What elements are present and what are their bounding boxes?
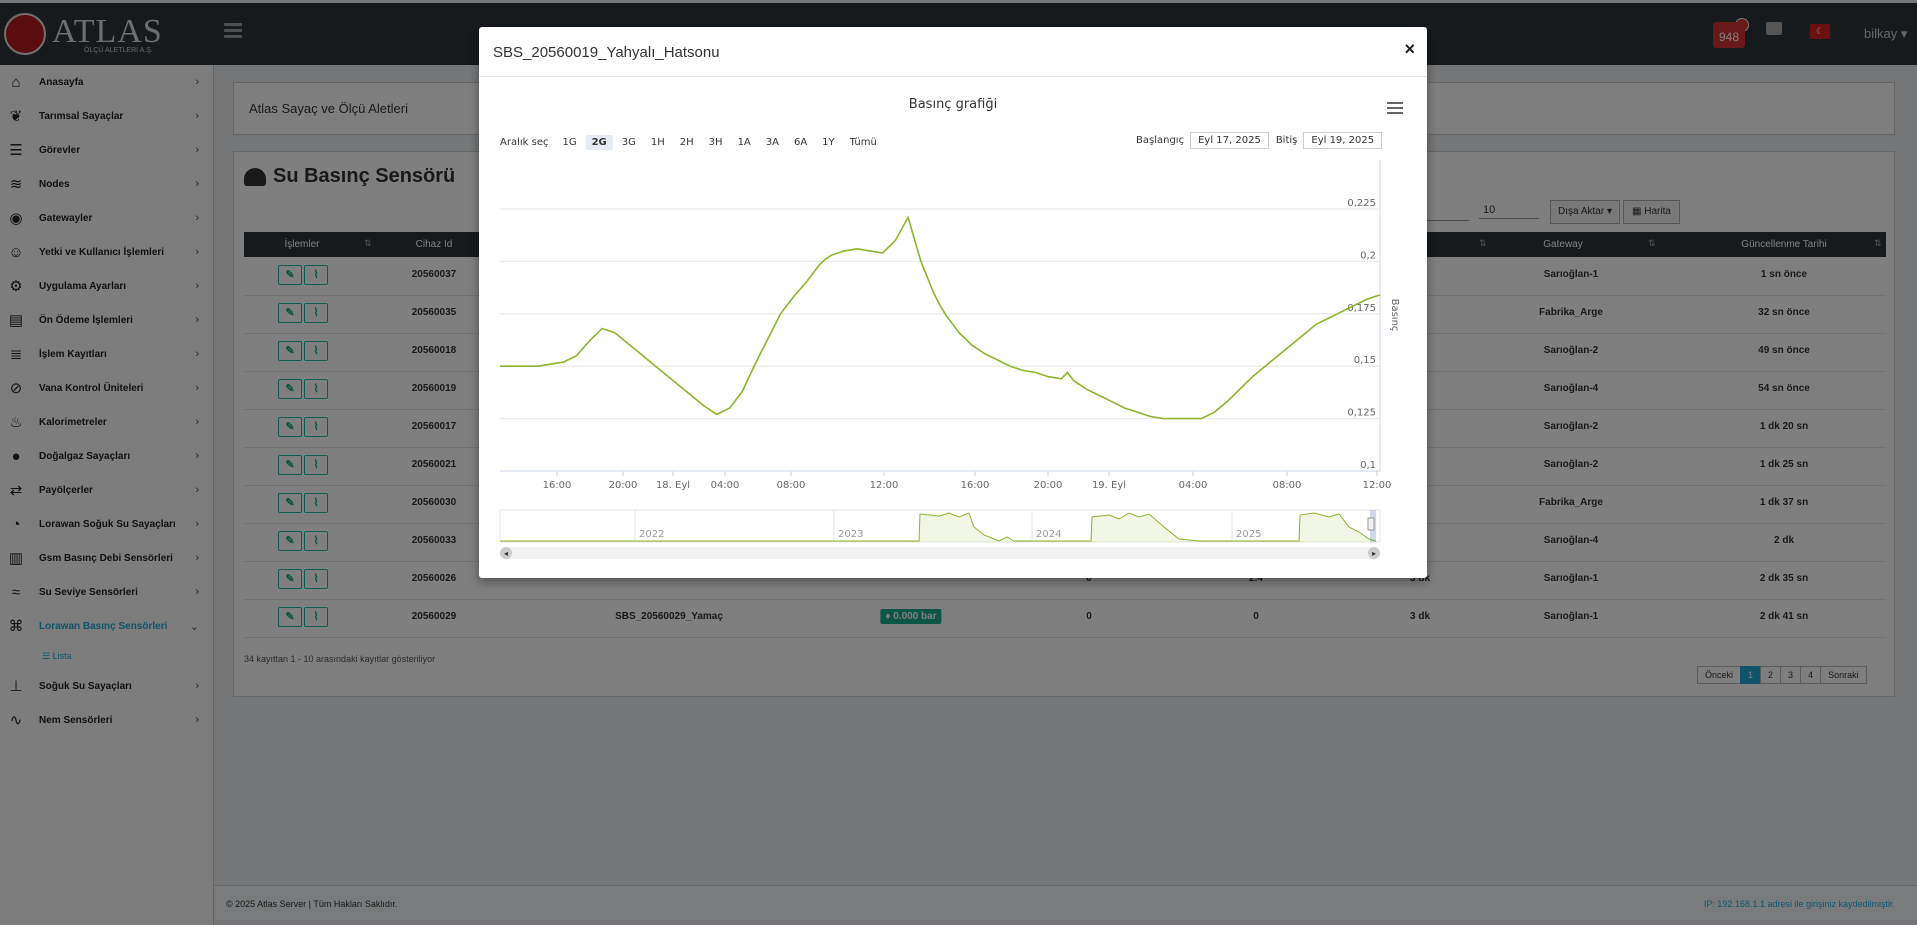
pressure-series-line [500,215,1381,420]
x-tick-label: 12:00 [870,480,899,491]
navigator-year-label: 2023 [838,529,863,540]
y-tick-label: 0,15 [1354,355,1376,366]
chart-modal: SBS_20560019_Yahyalı_Hatsonu × Basınç gr… [479,27,1427,578]
x-tick-label: 18. Eyl [656,480,690,491]
navigator-year-label: 2025 [1236,529,1261,540]
x-tick-label: 20:00 [1034,480,1063,491]
navigator-handle [1367,517,1375,531]
x-tick-label: 12:00 [1363,480,1392,491]
x-tick-label: 08:00 [1273,480,1302,491]
y-axis-title: Basınç [1389,299,1400,332]
x-tick-label: 04:00 [711,480,740,491]
x-tick-label: 04:00 [1179,480,1208,491]
x-tick-label: 20:00 [609,480,638,491]
x-tick-label: 08:00 [777,480,806,491]
y-tick-label: 0,225 [1347,198,1376,209]
x-tick-label: 16:00 [543,480,572,491]
pressure-chart[interactable]: 0,1 0,125 0,15 0,175 0,2 0,225 Basınç 16:00 20:0… [479,27,1427,578]
x-tick-label: 16:00 [961,480,990,491]
y-tick-label: 0,1 [1360,460,1376,471]
scroll-left-arrow-icon: ◂ [504,549,508,558]
y-tick-label: 0,175 [1347,303,1376,314]
y-tick-label: 0,125 [1347,408,1376,419]
y-tick-label: 0,2 [1360,250,1376,261]
navigator-year-label: 2022 [639,529,664,540]
navigator-scrollbar [500,547,1380,559]
x-tick-label: 19. Eyl [1092,480,1126,491]
scroll-right-arrow-icon: ▸ [1372,549,1376,558]
navigator-year-label: 2024 [1036,529,1061,540]
